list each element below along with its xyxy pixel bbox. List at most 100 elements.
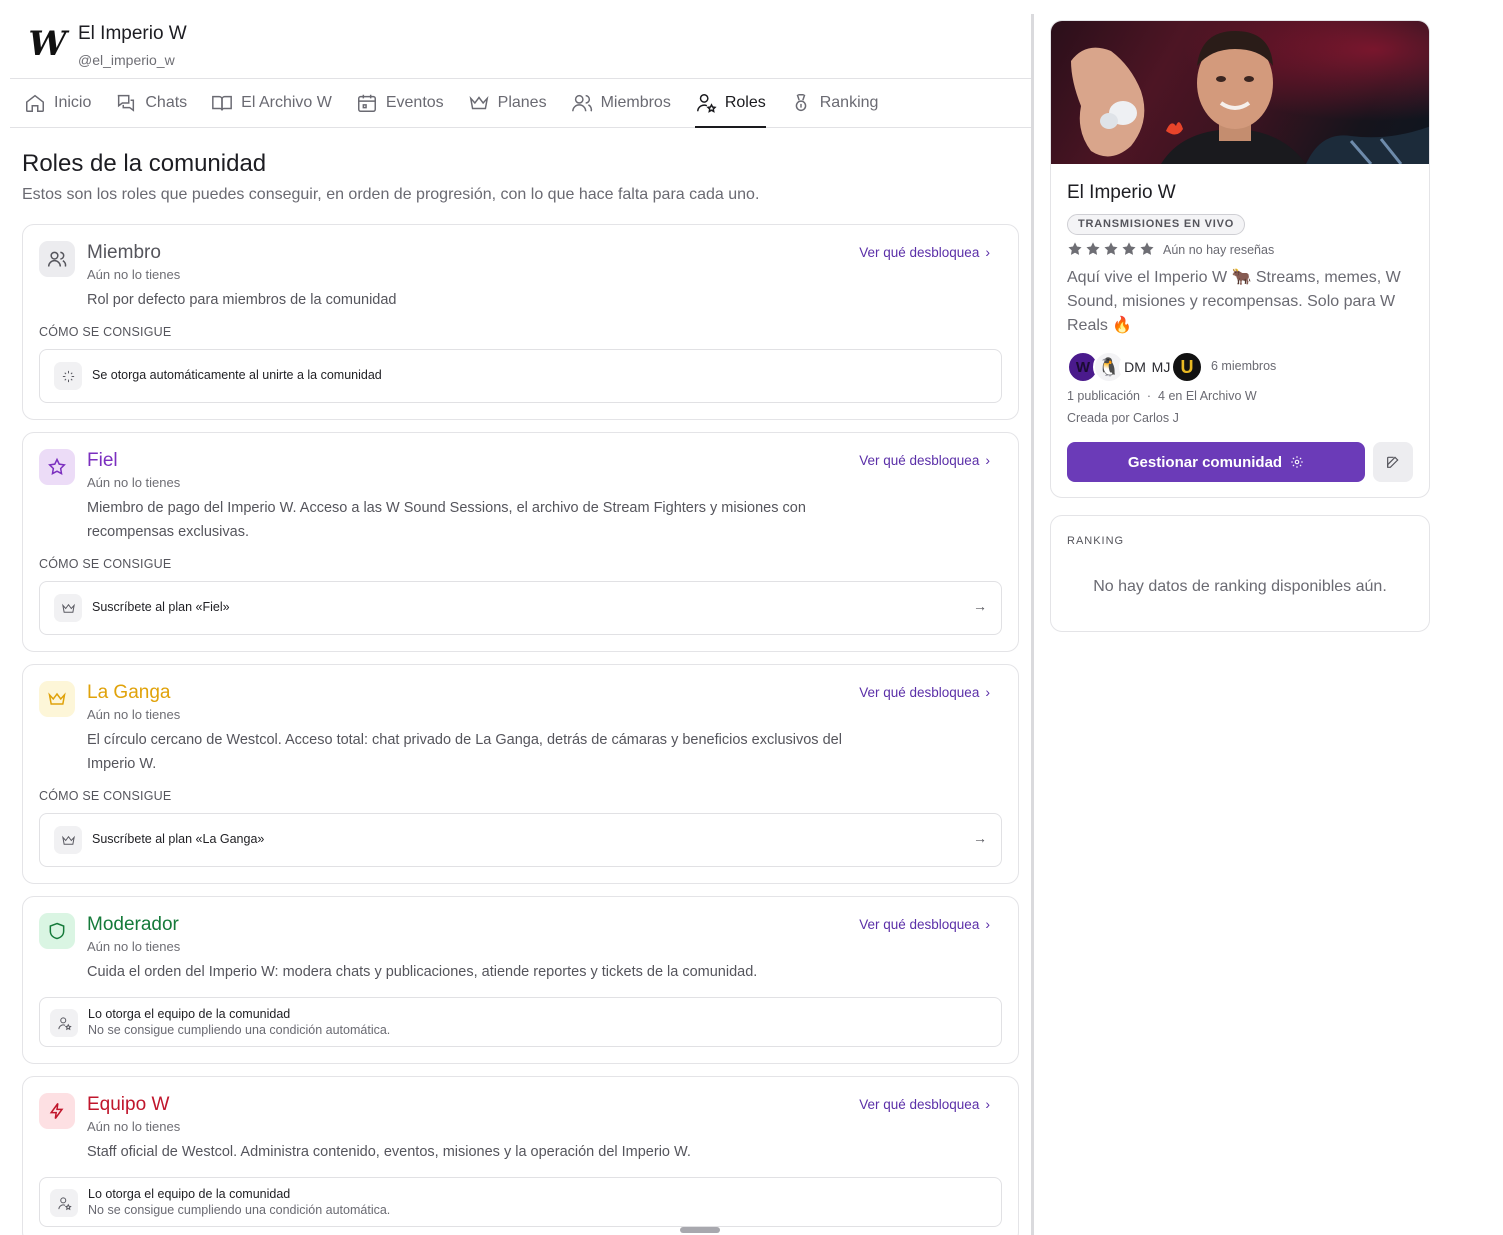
unlock-link[interactable]: Ver qué desbloquea › — [859, 452, 990, 468]
user-star-icon — [696, 94, 717, 113]
requirement-text: Suscríbete al plan «La Ganga» — [92, 832, 265, 846]
tab-planes[interactable]: Planes — [468, 79, 547, 127]
bolt-icon — [49, 1103, 64, 1119]
star-icon — [1140, 242, 1154, 255]
users-icon — [47, 251, 67, 267]
star-icon — [1086, 242, 1100, 255]
how-label: CÓMO SE CONSIGUE — [39, 325, 172, 339]
community-handle: @el_imperio_w — [78, 52, 175, 68]
arrow-right-icon: → — [973, 598, 987, 614]
crown-icon — [54, 826, 82, 854]
community-logo[interactable]: W — [26, 24, 67, 64]
requirement-subtext: No se consigue cumpliendo una condición … — [88, 1203, 391, 1217]
role-name: Fiel — [87, 450, 118, 471]
calendar-icon — [357, 94, 376, 112]
arrow-right-icon: → — [973, 830, 987, 846]
community-banner — [1051, 21, 1429, 164]
role-icon-fiel — [39, 449, 75, 485]
star-icon — [1068, 242, 1082, 255]
user-star-icon — [50, 1189, 78, 1217]
role-name: Equipo W — [87, 1094, 170, 1115]
role-card-moderador: Moderador Aún no lo tienes Cuida el orde… — [22, 896, 1019, 1064]
role-description: El círculo cercano de Westcol. Acceso to… — [87, 732, 842, 772]
column-divider[interactable] — [1031, 14, 1034, 1235]
role-status: Aún no lo tienes — [87, 1119, 181, 1134]
shield-icon — [49, 922, 65, 940]
role-icon-equipo-w — [39, 1093, 75, 1129]
crown-icon — [54, 594, 82, 622]
role-card-fiel: Fiel Aún no lo tienes Miembro de pago de… — [22, 432, 1019, 652]
how-label: CÓMO SE CONSIGUE — [39, 557, 172, 571]
star-icon — [1104, 242, 1118, 255]
tab-chats[interactable]: Chats — [115, 79, 187, 127]
role-name: Moderador — [87, 914, 179, 935]
requirement-plan-fiel[interactable]: Suscríbete al plan «Fiel» → — [39, 581, 1002, 635]
unlock-link[interactable]: Ver qué desbloquea › — [859, 916, 990, 932]
main-column: W El Imperio W @el_imperio_w Inicio Chat… — [0, 0, 1032, 1235]
role-description: Miembro de pago del Imperio W. Acceso a … — [87, 500, 806, 540]
gear-icon — [1291, 456, 1303, 468]
role-status: Aún no lo tienes — [87, 267, 181, 282]
role-description: Staff oficial de Westcol. Administra con… — [87, 1144, 691, 1160]
scroll-handle[interactable] — [680, 1227, 720, 1233]
tab-eventos[interactable]: Eventos — [356, 79, 444, 127]
role-description: Rol por defecto para miembros de la comu… — [87, 292, 397, 308]
community-tabs: Inicio Chats El Archivo W Eventos Planes… — [10, 79, 1032, 128]
book-icon — [212, 95, 233, 111]
role-card-miembro: Miembro Aún no lo tienes Rol por defecto… — [22, 224, 1019, 420]
reviews-text: Aún no hay reseñas — [1163, 243, 1275, 257]
tab-roles[interactable]: Roles — [694, 79, 766, 128]
requirement-plan-la-ganga[interactable]: Suscríbete al plan «La Ganga» → — [39, 813, 1002, 867]
manage-community-button[interactable]: Gestionar comunidad — [1067, 442, 1365, 482]
unlock-link[interactable]: Ver qué desbloquea › — [859, 684, 990, 700]
role-name: La Ganga — [87, 682, 171, 703]
how-label: CÓMO SE CONSIGUE — [39, 789, 172, 803]
requirement-text: Se otorga automáticamente al unirte a la… — [92, 368, 382, 382]
unlock-link[interactable]: Ver qué desbloquea › — [859, 244, 990, 260]
role-icon-moderador — [39, 913, 75, 949]
page-title: Roles de la comunidad — [22, 150, 267, 177]
edit-icon — [1387, 456, 1399, 468]
community-description: Aquí vive el Imperio W 🐂 Streams, memes,… — [1067, 269, 1401, 334]
ranking-title: RANKING — [1067, 535, 1125, 547]
community-name: El Imperio W — [78, 23, 187, 44]
requirement-subtext: No se consigue cumpliendo una condición … — [88, 1023, 391, 1037]
role-description: Cuida el orden del Imperio W: modera cha… — [87, 964, 758, 980]
ranking-empty-state: No hay datos de ranking disponibles aún. — [1093, 578, 1387, 595]
avatar[interactable]: U — [1171, 351, 1203, 383]
crown-icon — [469, 96, 489, 110]
creator-text: Creada por Carlos J — [1067, 411, 1179, 425]
requirement-box: Lo otorga el equipo de la comunidad No s… — [39, 997, 1002, 1047]
member-avatars[interactable]: W 🐧 DM MJ U — [1067, 351, 1203, 383]
role-name: Miembro — [87, 242, 161, 263]
role-status: Aún no lo tienes — [87, 475, 181, 490]
unlock-link[interactable]: Ver qué desbloquea › — [859, 1096, 990, 1112]
role-status: Aún no lo tienes — [87, 707, 181, 722]
requirement-text: Lo otorga el equipo de la comunidad — [88, 1007, 291, 1021]
users-icon — [571, 94, 592, 112]
role-status: Aún no lo tienes — [87, 939, 181, 954]
requirement-box: Lo otorga el equipo de la comunidad No s… — [39, 1177, 1002, 1227]
role-card-equipo-w: Equipo W Aún no lo tienes Staff oficial … — [22, 1076, 1019, 1235]
star-icon — [48, 457, 66, 475]
chats-icon — [118, 94, 135, 112]
tab-inicio[interactable]: Inicio — [24, 79, 91, 127]
banner-image — [1051, 21, 1429, 164]
role-icon-la-ganga — [39, 681, 75, 717]
rating-stars — [1067, 241, 1155, 257]
post-stats: 1 publicación · 4 en El Archivo W — [1067, 389, 1257, 403]
ranking-card: RANKING No hay datos de ranking disponib… — [1050, 515, 1430, 632]
role-icon-miembro — [39, 241, 75, 277]
sidebar-community-name: El Imperio W — [1067, 182, 1176, 203]
user-star-icon — [50, 1009, 78, 1037]
page-subtitle: Estos son los roles que puedes conseguir… — [22, 186, 760, 203]
tab-archivo[interactable]: El Archivo W — [211, 79, 332, 127]
medal-icon — [795, 94, 807, 112]
tab-ranking[interactable]: Ranking — [790, 79, 878, 127]
tab-miembros[interactable]: Miembros — [571, 79, 671, 127]
category-badge: TRANSMISIONES EN VIVO — [1067, 214, 1246, 235]
sparkles-icon — [54, 362, 82, 390]
requirement-text: Lo otorga el equipo de la comunidad — [88, 1187, 291, 1201]
edit-community-button[interactable] — [1373, 442, 1413, 482]
role-card-la-ganga: La Ganga Aún no lo tienes El círculo cer… — [22, 664, 1019, 884]
